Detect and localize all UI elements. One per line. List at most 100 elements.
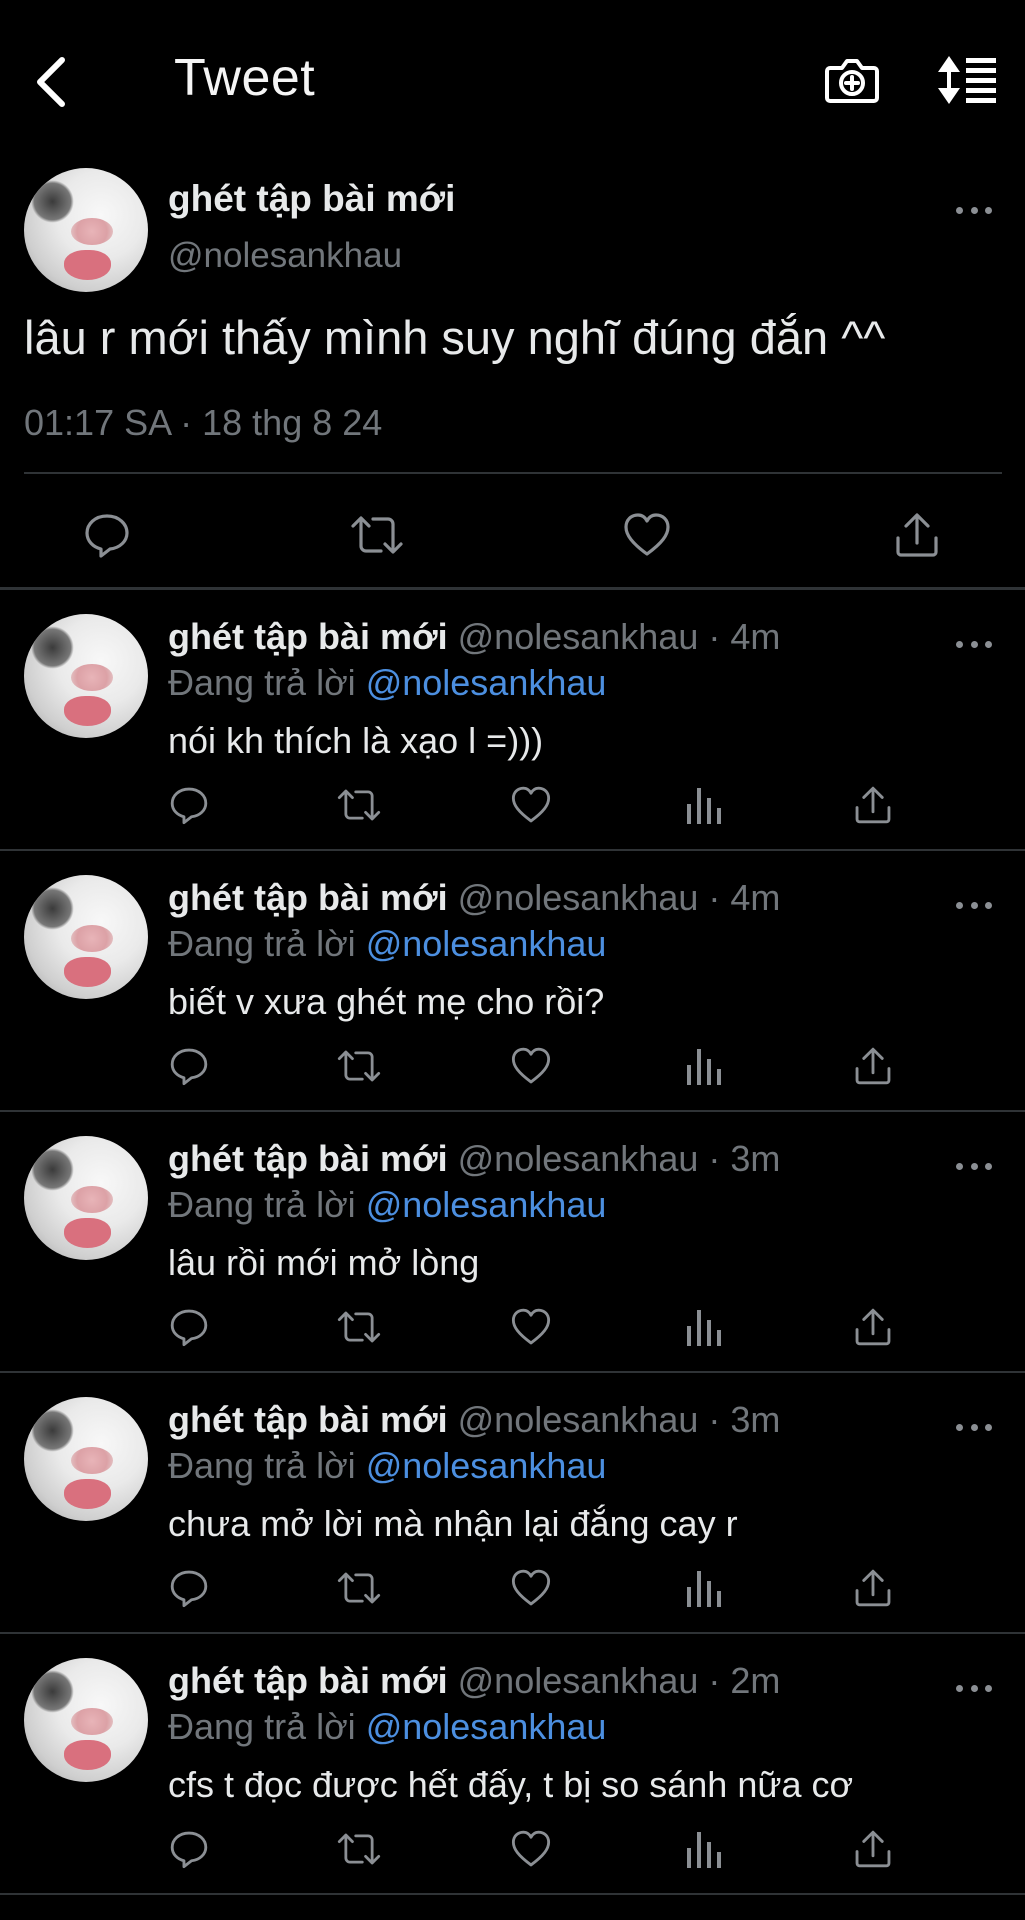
reply-icon [170,1831,208,1869]
like-icon [624,513,670,556]
reply-actions [0,1565,1025,1615]
like-button[interactable] [508,1043,554,1089]
reply-text: lâu rồi mới mở lòng [168,1242,480,1283]
like-icon [511,1830,551,1867]
reply-header: ghét tập bài mới @nolesankhau · 4m [168,616,780,658]
share-button[interactable] [850,782,896,828]
reply-text: biết v xưa ghét mẹ cho rồi? [168,981,605,1022]
author-handle-time[interactable]: @nolesankhau · 2m [458,1660,781,1701]
views-button[interactable] [680,1826,726,1872]
avatar[interactable] [24,1397,148,1521]
more-icon[interactable] [956,899,992,911]
reply-button[interactable] [166,1826,212,1872]
replying-to: Đang trả lời @nolesankhau [168,1445,606,1487]
reply-header: ghét tập bài mới @nolesankhau · 3m [168,1399,780,1441]
analytics-icon [687,1571,721,1607]
reply-button[interactable] [166,1304,212,1350]
reply-text: nói kh thích là xạo l =))) [168,720,544,761]
sort-button[interactable] [936,54,998,106]
reply-button[interactable] [78,506,136,564]
retweet-button[interactable] [336,1565,382,1611]
divider [24,472,1002,474]
share-button[interactable] [888,506,946,564]
like-button[interactable] [508,1304,554,1350]
analytics-icon [687,1049,721,1085]
retweet-icon [337,1833,381,1865]
author-handle-time[interactable]: @nolesankhau · 3m [458,1138,781,1179]
retweet-button[interactable] [336,782,382,828]
like-icon [511,1308,551,1345]
mention-link[interactable]: @nolesankhau [366,1706,607,1747]
top-bar: Tweet [0,0,1025,162]
replying-to-label: Đang trả lời [168,1184,366,1225]
reply-actions [0,1826,1025,1876]
reply-button[interactable] [166,1043,212,1089]
more-icon[interactable] [956,1682,992,1694]
reply-tweet[interactable]: ghét tập bài mới @nolesankhau · 4m Đang … [0,590,1025,851]
author-name[interactable]: ghét tập bài mới [168,1660,448,1701]
retweet-button[interactable] [336,1304,382,1350]
like-button[interactable] [508,1565,554,1611]
views-button[interactable] [680,782,726,828]
share-button[interactable] [850,1304,896,1350]
reply-tweet[interactable]: ghét tập bài mới @nolesankhau · 4m Đang … [0,851,1025,1112]
share-button[interactable] [850,1043,896,1089]
author-handle-time[interactable]: @nolesankhau · 3m [458,1399,781,1440]
share-button[interactable] [850,1826,896,1872]
avatar[interactable] [24,1136,148,1260]
replying-to: Đang trả lời @nolesankhau [168,1184,606,1226]
author-handle[interactable]: @nolesankhau [168,236,402,276]
views-button[interactable] [680,1565,726,1611]
author-name[interactable]: ghét tập bài mới [168,1138,448,1179]
retweet-icon [337,789,381,821]
share-icon [896,513,938,557]
mention-link[interactable]: @nolesankhau [366,1445,607,1486]
camera-button[interactable] [824,52,880,108]
author-name[interactable]: ghét tập bài mới [168,178,455,220]
avatar[interactable] [24,614,148,738]
share-icon [855,1308,891,1346]
back-button[interactable] [28,52,76,112]
like-button[interactable] [508,782,554,828]
more-icon[interactable] [956,204,992,216]
divider [0,1893,1025,1895]
reply-button[interactable] [166,782,212,828]
retweet-button[interactable] [336,1826,382,1872]
author-name[interactable]: ghét tập bài mới [168,877,448,918]
reply-icon [170,1309,208,1347]
replying-to-label: Đang trả lời [168,662,366,703]
retweet-button[interactable] [348,506,406,564]
reply-tweet[interactable]: ghét tập bài mới @nolesankhau · 2m Đang … [0,1634,1025,1895]
views-button[interactable] [680,1043,726,1089]
reply-text: cfs t đọc được hết đấy, t bị so sánh nữa… [168,1764,854,1805]
reply-button[interactable] [166,1565,212,1611]
author-name[interactable]: ghét tập bài mới [168,1399,448,1440]
tweet-timestamp: 01:17 SA · 18 thg 8 24 [24,402,383,443]
more-icon[interactable] [956,1160,992,1172]
sort-list-icon [938,56,996,104]
reply-tweet[interactable]: ghét tập bài mới @nolesankhau · 3m Đang … [0,1373,1025,1634]
mention-link[interactable]: @nolesankhau [366,1184,607,1225]
author-handle-time[interactable]: @nolesankhau · 4m [458,616,781,657]
like-icon [511,786,551,823]
retweet-button[interactable] [336,1043,382,1089]
reply-icon [170,1570,208,1608]
avatar[interactable] [24,168,148,292]
author-handle-time[interactable]: @nolesankhau · 4m [458,877,781,918]
share-button[interactable] [850,1565,896,1611]
avatar[interactable] [24,875,148,999]
retweet-icon [337,1311,381,1343]
like-button[interactable] [618,506,676,564]
avatar[interactable] [24,1658,148,1782]
retweet-icon [351,516,403,554]
more-icon[interactable] [956,638,992,650]
reply-actions [0,1043,1025,1093]
more-icon[interactable] [956,1421,992,1433]
mention-link[interactable]: @nolesankhau [366,923,607,964]
like-button[interactable] [508,1826,554,1872]
reply-tweet[interactable]: ghét tập bài mới @nolesankhau · 3m Đang … [0,1112,1025,1373]
chevron-left-icon [37,57,65,107]
views-button[interactable] [680,1304,726,1350]
mention-link[interactable]: @nolesankhau [366,662,607,703]
author-name[interactable]: ghét tập bài mới [168,616,448,657]
